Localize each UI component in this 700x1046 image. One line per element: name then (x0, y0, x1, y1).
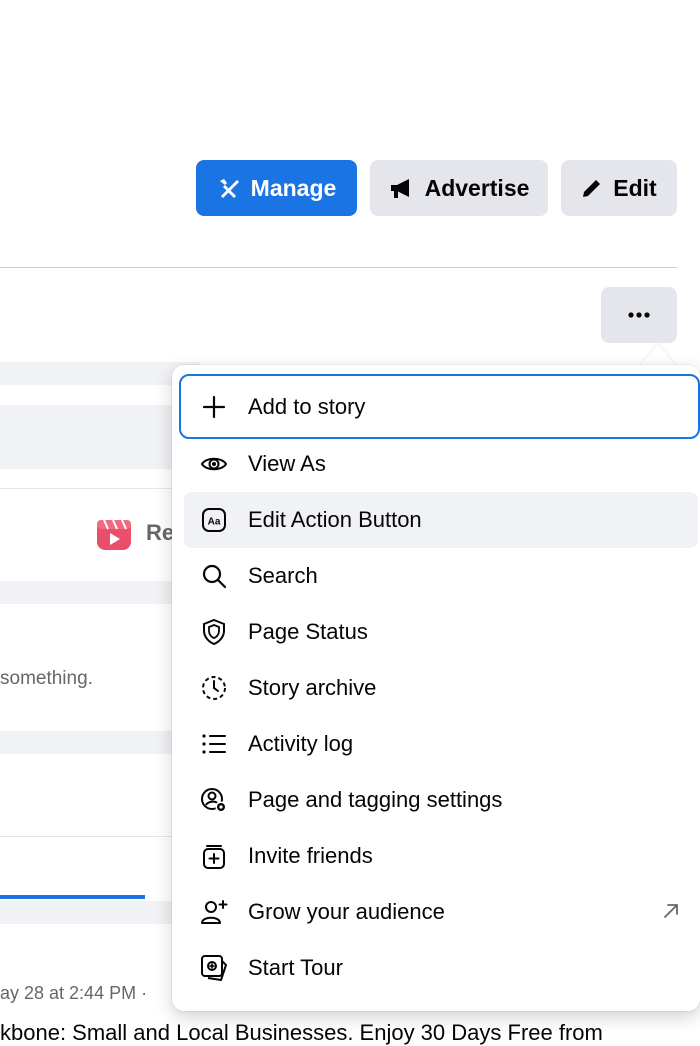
svg-text:Aa: Aa (208, 517, 221, 528)
invite-icon (200, 842, 225, 869)
feed-separator (0, 362, 200, 385)
manage-button[interactable]: Manage (196, 160, 357, 216)
card-divider (0, 488, 200, 489)
manage-label: Manage (250, 174, 337, 201)
menu-item-label: Story archive (248, 675, 377, 700)
search-icon (202, 564, 227, 589)
settings-icon (201, 788, 227, 813)
menu-item-label: Invite friends (248, 843, 373, 868)
menu-item-grow-your-audience[interactable]: Grow your audience (184, 884, 698, 940)
more-options-button[interactable] (601, 287, 677, 343)
active-tab-indicator (0, 895, 145, 899)
menu-item-label: View As (248, 451, 326, 476)
feed-separator (0, 901, 200, 924)
card-divider (0, 836, 200, 837)
menu-item-start-tour[interactable]: Start Tour (184, 940, 698, 996)
menu-item-page-and-tagging-settings[interactable]: Page and tagging settings (184, 772, 698, 828)
clock-icon (202, 676, 226, 700)
more-icon (628, 312, 650, 318)
menu-item-label: Page and tagging settings (248, 787, 503, 812)
feed-separator (0, 581, 200, 604)
menu-pointer (640, 344, 676, 366)
tools-icon (219, 179, 239, 198)
composer-bar (0, 405, 200, 469)
edit-button[interactable]: Edit (561, 160, 677, 216)
page-options-menu: Add to story View As Aa Edit Action Butt… (172, 365, 700, 1011)
menu-item-add-to-story[interactable]: Add to story (179, 374, 700, 439)
header-divider (0, 267, 677, 268)
edit-label: Edit (613, 174, 657, 201)
tour-icon (201, 955, 227, 981)
menu-item-story-archive[interactable]: Story archive (184, 660, 698, 716)
reels-label[interactable]: Re (146, 520, 174, 546)
composer-hint: something. (0, 668, 93, 689)
feed-separator (0, 731, 200, 754)
menu-item-invite-friends[interactable]: Invite friends (184, 828, 698, 884)
post-timestamp: ay 28 at 2:44 PM · (0, 983, 148, 1003)
menu-item-label: Edit Action Button (248, 507, 422, 532)
advertise-button[interactable]: Advertise (370, 160, 548, 216)
plus-icon (202, 395, 226, 419)
external-link-icon (664, 904, 678, 918)
list-icon (202, 734, 226, 754)
advertise-label: Advertise (424, 174, 530, 201)
megaphone-icon (390, 179, 409, 198)
shield-icon (203, 618, 225, 646)
menu-item-view-as[interactable]: View As (184, 436, 698, 492)
menu-item-label: Page Status (248, 619, 368, 644)
eye-icon (200, 457, 228, 471)
post-text: kbone: Small and Local Businesses. Enjoy… (0, 1020, 603, 1045)
menu-item-label: Search (248, 563, 318, 588)
reels-icon (96, 515, 132, 556)
action-button-icon: Aa (202, 508, 226, 532)
menu-item-label: Grow your audience (248, 899, 445, 924)
menu-item-page-status[interactable]: Page Status (184, 604, 698, 660)
add-person-icon (201, 900, 228, 924)
menu-item-activity-log[interactable]: Activity log (184, 716, 698, 772)
menu-item-label: Start Tour (248, 955, 343, 980)
menu-item-edit-action-button[interactable]: Aa Edit Action Button (184, 492, 698, 548)
menu-item-search[interactable]: Search (184, 548, 698, 604)
menu-item-label: Add to story (248, 393, 366, 419)
menu-item-label: Activity log (248, 731, 354, 756)
pencil-icon (583, 180, 601, 197)
